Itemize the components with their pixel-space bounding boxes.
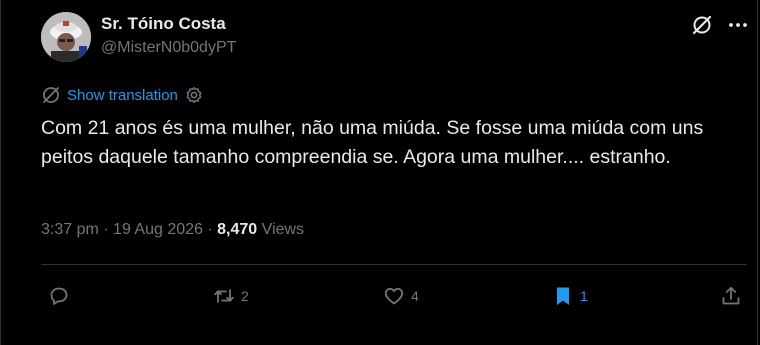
- share-button[interactable]: [720, 281, 742, 311]
- bookmark-button[interactable]: 1: [552, 281, 588, 311]
- like-count: 4: [411, 288, 419, 304]
- repost-button[interactable]: 2: [213, 281, 249, 311]
- action-bar: 2 4 1: [1, 281, 759, 311]
- tweet-card: Sr. Tóino Costa @MisterN0b0dyPT Show tra…: [0, 0, 758, 345]
- meta-separator: ·: [207, 221, 213, 238]
- tweet-time[interactable]: 3:37 pm: [41, 221, 99, 238]
- reply-button[interactable]: [48, 281, 76, 311]
- user-handle[interactable]: @MisterN0b0dyPT: [101, 39, 236, 57]
- divider: [41, 264, 747, 265]
- bookmark-count: 1: [580, 288, 588, 304]
- reply-icon: [50, 287, 68, 305]
- settings-icon[interactable]: [185, 86, 203, 104]
- show-translation-link[interactable]: Show translation: [67, 87, 178, 104]
- meta-separator: ·: [103, 221, 109, 238]
- display-name[interactable]: Sr. Tóino Costa: [101, 14, 226, 34]
- views-label: Views: [261, 221, 305, 238]
- translation-row: Show translation: [41, 84, 203, 106]
- tweet-meta: 3:37 pm · 19 Aug 2026 · 8,470 Views: [41, 221, 304, 239]
- repost-count: 2: [241, 288, 249, 304]
- share-icon: [722, 286, 740, 305]
- tweet-date[interactable]: 19 Aug 2026: [113, 221, 203, 238]
- views-count: 8,470: [217, 221, 258, 238]
- grok-icon[interactable]: [691, 14, 713, 36]
- globe-icon: [43, 87, 59, 103]
- tweet-text: Com 21 anos és uma mulher, não uma miúda…: [41, 117, 704, 168]
- avatar-image: [41, 12, 91, 62]
- repost-icon: [214, 289, 234, 303]
- like-button[interactable]: 4: [383, 281, 419, 311]
- avatar[interactable]: [41, 12, 91, 62]
- more-icon[interactable]: [727, 14, 749, 36]
- bookmark-icon: [557, 287, 569, 305]
- like-icon: [384, 287, 404, 305]
